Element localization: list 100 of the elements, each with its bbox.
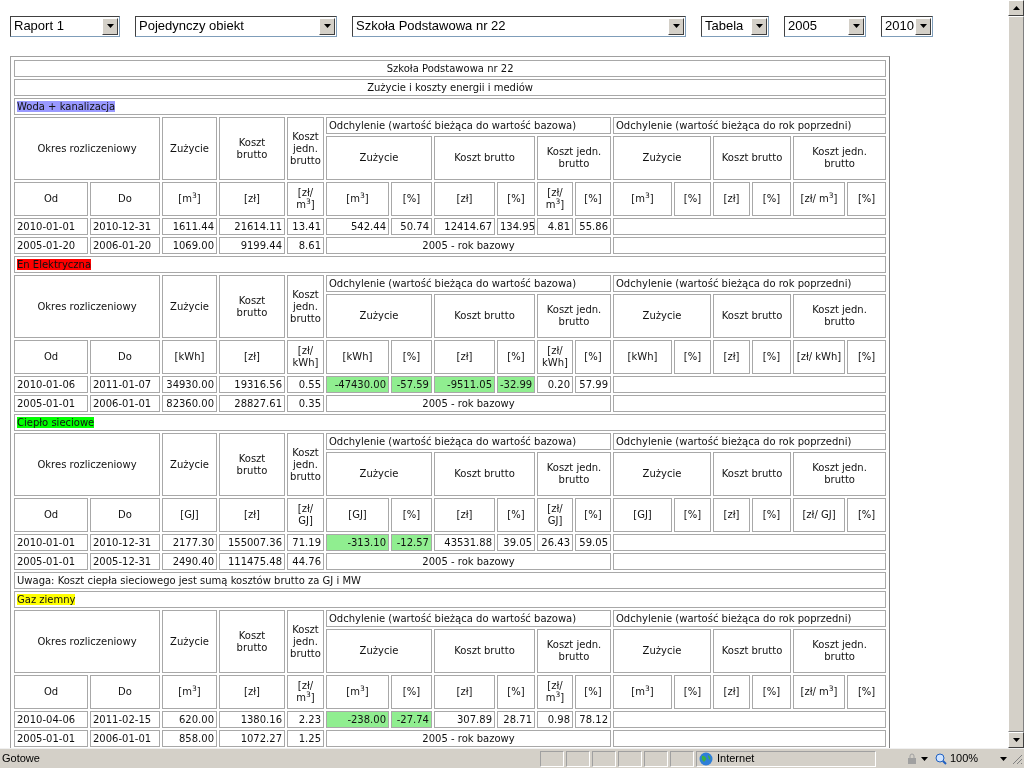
- header-cell: [%]: [497, 675, 535, 709]
- header-cell: Do: [90, 498, 160, 532]
- header-cell: [zł]: [434, 182, 495, 216]
- table-cell: -9511.05: [434, 376, 495, 393]
- header-cell: Koszt brutto: [713, 294, 791, 338]
- table-cell: 28827.61: [219, 395, 285, 412]
- header-cell: [zł]: [434, 675, 495, 709]
- header-cell: Odchylenie (wartość bieżąca do wartość bazowa): [326, 610, 611, 627]
- table-cell: 2010-01-01: [14, 534, 88, 551]
- report-title: Szkoła Podstawowa nr 22: [14, 60, 887, 77]
- header-cell: [%]: [752, 340, 791, 374]
- header-cell: [kWh]: [326, 340, 389, 374]
- report-subtitle: Zużycie i koszty energii i mediów: [14, 79, 887, 96]
- header-cell: Koszt jedn. brutto: [537, 136, 611, 180]
- dropdown[interactable]: 2010: [881, 15, 933, 37]
- header-cell: Koszt brutto: [434, 629, 535, 673]
- caret-icon: [1000, 756, 1007, 761]
- zoom-icon: [935, 752, 947, 765]
- header-cell: [zł/ m$^{3}$]: [537, 675, 573, 709]
- scroll-up-button[interactable]: [1008, 0, 1024, 16]
- header-cell: Koszt brutto: [219, 610, 285, 673]
- header-cell: [%]: [575, 498, 611, 532]
- header-cell: Okres rozliczeniowy: [14, 433, 160, 496]
- header-cell: [zł/ GJ]: [793, 498, 845, 532]
- header-cell: [%]: [674, 182, 711, 216]
- header-cell: [m$^{3}$]: [613, 675, 672, 709]
- dropdown[interactable]: Szkoła Podstawowa nr 22: [352, 15, 686, 37]
- table-cell: 2177.30: [162, 534, 217, 551]
- header-cell: [zł]: [219, 340, 285, 374]
- dropdown[interactable]: Pojedynczy obiekt: [135, 15, 337, 37]
- header-cell: Od: [14, 675, 88, 709]
- table-cell: 2006-01-01: [90, 395, 160, 412]
- header-cell: [%]: [674, 675, 711, 709]
- dropdown[interactable]: Tabela: [701, 15, 769, 37]
- header-cell: Zużycie: [162, 275, 217, 338]
- table-cell: 1611.44: [162, 218, 217, 235]
- header-cell: Zużycie: [613, 294, 711, 338]
- header-cell: Zużycie: [162, 433, 217, 496]
- table-cell: 2011-02-15: [90, 711, 160, 728]
- table-cell: 50.74: [391, 218, 432, 235]
- header-cell: [zł]: [434, 498, 495, 532]
- header-cell: [zł/ GJ]: [537, 498, 573, 532]
- table-cell: 57.99: [575, 376, 611, 393]
- table-cell: -12.57: [391, 534, 432, 551]
- scroll-down-button[interactable]: [1008, 732, 1024, 748]
- header-cell: [%]: [674, 498, 711, 532]
- header-cell: [%]: [497, 182, 535, 216]
- table-cell: 21614.11: [219, 218, 285, 235]
- header-cell: [m$^{3}$]: [162, 675, 217, 709]
- header-cell: Zużycie: [162, 610, 217, 673]
- table-cell: 78.12: [575, 711, 611, 728]
- zoom-button[interactable]: 100%: [931, 750, 1011, 767]
- table-cell: 71.19: [287, 534, 324, 551]
- table-cell: 43531.88: [434, 534, 495, 551]
- table-cell: 19316.56: [219, 376, 285, 393]
- header-cell: Koszt brutto: [434, 294, 535, 338]
- section-title: Gaz ziemny: [17, 593, 76, 605]
- table-cell: 2010-04-06: [14, 711, 88, 728]
- status-panel: [618, 750, 642, 767]
- table-cell: 55.86: [575, 218, 611, 235]
- header-cell: Koszt jedn. brutto: [537, 629, 611, 673]
- dropdown[interactable]: Raport 1: [10, 15, 120, 37]
- caret-icon: [1012, 738, 1020, 742]
- header-cell: Odchylenie (wartość bieżąca do wartość bazowa): [326, 275, 611, 292]
- header-cell: Zużycie: [162, 117, 217, 180]
- table-cell: -238.00: [326, 711, 389, 728]
- dropdown[interactable]: 2005: [784, 15, 866, 37]
- header-cell: [zł/ m$^{3}$]: [793, 675, 845, 709]
- table-cell: 59.05: [575, 534, 611, 551]
- table-cell: 9199.44: [219, 237, 285, 254]
- table-cell: 0.35: [287, 395, 324, 412]
- header-cell: Koszt brutto: [713, 136, 791, 180]
- header-cell: [zł]: [434, 340, 495, 374]
- table-cell: 858.00: [162, 730, 217, 747]
- table-cell: 4.81: [537, 218, 573, 235]
- table-cell: 1.25: [287, 730, 324, 747]
- header-cell: [%]: [752, 675, 791, 709]
- status-text: Gotowe: [1, 751, 41, 767]
- header-cell: [zł]: [713, 340, 750, 374]
- header-cell: [m$^{3}$]: [162, 182, 217, 216]
- table-cell: -47430.00: [326, 376, 389, 393]
- table-cell: 0.20: [537, 376, 573, 393]
- header-cell: Zużycie: [326, 136, 432, 180]
- header-cell: [zł]: [219, 182, 285, 216]
- header-cell: Do: [90, 340, 160, 374]
- status-panel: [566, 750, 590, 767]
- header-cell: [%]: [752, 498, 791, 532]
- header-cell: [GJ]: [326, 498, 389, 532]
- header-cell: Zużycie: [326, 629, 432, 673]
- table-cell: 39.05: [497, 534, 535, 551]
- header-cell: [%]: [391, 675, 432, 709]
- lock-icon: [906, 752, 918, 765]
- header-cell: [zł]: [713, 675, 750, 709]
- header-cell: [kWh]: [162, 340, 217, 374]
- header-cell: Koszt brutto: [219, 117, 285, 180]
- table-cell: 2006-01-01: [90, 730, 160, 747]
- table-cell: 2010-12-31: [90, 218, 160, 235]
- header-cell: [zł/ m$^{3}$]: [287, 675, 324, 709]
- header-cell: [%]: [847, 340, 887, 374]
- header-cell: Zużycie: [326, 452, 432, 496]
